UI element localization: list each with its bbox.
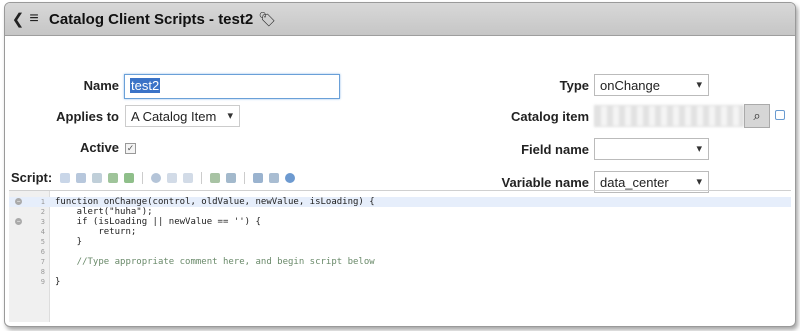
tag-icon[interactable]: 🏷︎ [258,11,276,28]
code-line: 4 return; [9,227,791,237]
type-label: Type [559,78,589,93]
applies-to-label: Applies to [56,109,119,124]
code-line: − 1 function onChange(control, oldValue,… [9,197,791,207]
code-text: } [55,277,61,287]
catalog-item-input[interactable] [594,105,744,127]
field-name-select[interactable] [594,138,709,160]
script-toolbar: Script: [11,170,296,185]
window: ❮ ≡ Catalog Client Scripts - test2 🏷︎ Na… [4,2,796,327]
checkbox-check-icon: ✓ [126,143,135,153]
script-label: Script: [11,170,53,185]
code-line: 7 //Type appropriate comment here, and b… [9,257,791,267]
comment-icon[interactable] [76,172,87,183]
form-fields: Name test2 Applies to A Catalog Item Act… [5,36,795,193]
search-icon[interactable]: ⌕ [744,104,770,128]
line-number: 1 [40,198,45,206]
catalog-item-label: Catalog item [510,109,589,124]
save-icon[interactable] [253,172,264,183]
line-number: 2 [40,208,45,216]
line-number: 5 [40,238,45,246]
name-label: Name [83,78,119,93]
code-text: function onChange(control, oldValue, new… [55,197,375,207]
code-line: − 3 if (isLoading || newValue == '') { [9,217,791,227]
code-line: 9 } [9,277,791,287]
line-number: 8 [40,268,45,276]
find-next-icon[interactable] [167,172,178,183]
code-line: 6 [9,247,791,257]
applies-to-value: A Catalog Item [131,109,217,124]
menu-icon[interactable]: ≡ [27,10,41,28]
line-number: 4 [40,228,45,236]
check-syntax-icon[interactable] [108,172,119,183]
line-number: 7 [40,258,45,266]
script-editor[interactable]: − 1 function onChange(control, oldValue,… [9,190,791,322]
toolbar-divider [244,171,246,184]
type-select[interactable]: onChange [594,74,709,96]
reference-lookup-icon[interactable] [775,110,785,120]
fold-icon[interactable]: − [15,198,22,205]
type-value: onChange [600,78,660,93]
variable-name-value: data_center [600,175,669,190]
code-line: 5 } [9,237,791,247]
replace-all-icon[interactable] [226,172,237,183]
line-number: 9 [40,278,45,286]
replace-icon[interactable] [210,172,221,183]
code-text: return; [55,227,137,237]
name-field[interactable]: test2 [124,74,340,99]
name-value: test2 [130,78,161,93]
uncomment-icon[interactable] [92,172,103,183]
page-title: Catalog Client Scripts - test2 [49,10,254,28]
toggle-syntax-icon[interactable] [124,172,135,183]
help-icon[interactable] [285,172,296,183]
toolbar-divider [201,171,203,184]
active-label: Active [79,140,119,155]
back-icon[interactable]: ❮ [11,10,25,28]
toolbar-divider [142,171,144,184]
line-number: 3 [40,218,45,226]
variable-name-label: Variable name [501,175,589,190]
find-previous-icon[interactable] [183,172,194,183]
form-header: ❮ ≡ Catalog Client Scripts - test2 🏷︎ [5,3,795,36]
applies-to-select[interactable]: A Catalog Item [125,105,240,127]
field-name-label: Field name [521,142,589,157]
code-text: } [55,237,83,247]
active-checkbox[interactable]: ✓ [125,143,136,154]
code-line: 2 alert("huha"); [9,207,791,217]
code-text: if (isLoading || newValue == '') { [55,217,261,227]
find-icon[interactable] [151,172,162,183]
format-code-icon[interactable] [60,172,71,183]
code-text: alert("huha"); [55,207,153,217]
fullscreen-icon[interactable] [269,172,280,183]
code-text: //Type appropriate comment here, and beg… [55,257,375,267]
code-line: 8 [9,267,791,277]
line-number: 6 [40,248,45,256]
fold-icon[interactable]: − [15,218,22,225]
